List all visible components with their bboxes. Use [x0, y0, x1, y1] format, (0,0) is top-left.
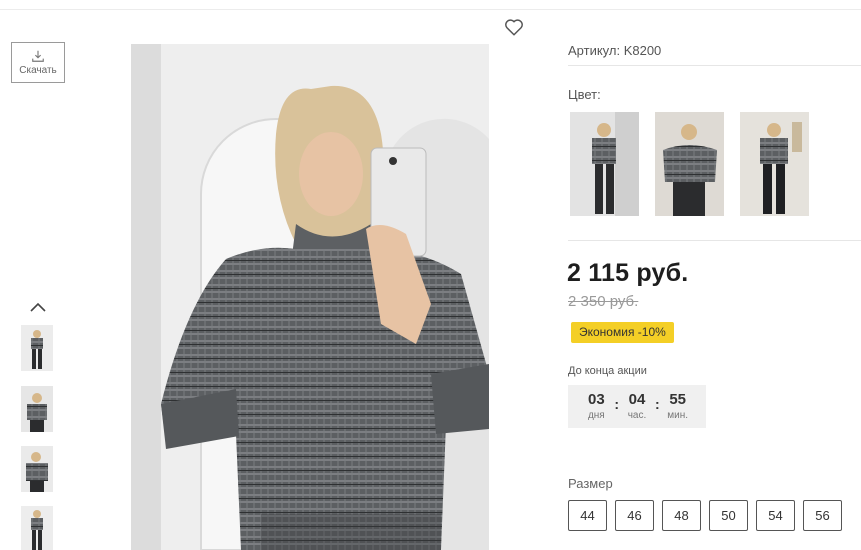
timer-days-value: 03: [587, 391, 605, 408]
timer-minutes-value: 55: [669, 391, 687, 408]
color-swatch-option[interactable]: [655, 112, 724, 216]
size-options: 44 46 48 50 54 56: [568, 500, 842, 531]
gallery-thumbnail[interactable]: [21, 506, 53, 550]
timer-minutes: 55 мин.: [664, 391, 692, 422]
timer-minutes-unit: мин.: [667, 410, 689, 421]
size-option-50[interactable]: 50: [709, 500, 748, 531]
gallery-thumbnail[interactable]: [21, 446, 53, 492]
size-option-54[interactable]: 54: [756, 500, 795, 531]
color-label: Цвет:: [568, 87, 601, 102]
size-option-46[interactable]: 46: [615, 500, 654, 531]
download-button[interactable]: Скачать: [11, 42, 65, 83]
size-label: Размер: [568, 476, 613, 491]
timer-days-unit: дня: [587, 410, 605, 421]
gallery-thumbnail[interactable]: [21, 386, 53, 432]
color-swatch-option[interactable]: [740, 112, 809, 216]
size-option-44[interactable]: 44: [568, 500, 607, 531]
product-article: Артикул: K8200: [568, 43, 662, 58]
timer-hours: 04 час.: [623, 391, 651, 422]
promo-countdown-timer: 03 дня : 04 час. : 55 мин.: [568, 385, 706, 428]
timer-hours-value: 04: [628, 391, 646, 408]
divider: [568, 65, 861, 66]
timer-days: 03 дня: [582, 391, 610, 422]
current-price: 2 115 руб.: [567, 259, 689, 287]
divider: [568, 240, 861, 241]
main-product-photo[interactable]: [131, 44, 489, 550]
gallery-thumbnail[interactable]: [21, 325, 53, 371]
old-price: 2 350 руб.: [568, 293, 639, 310]
download-label: Скачать: [19, 65, 57, 76]
size-option-56[interactable]: 56: [803, 500, 842, 531]
download-icon: [32, 50, 44, 62]
size-option-48[interactable]: 48: [662, 500, 701, 531]
timer-hours-unit: час.: [627, 410, 647, 421]
color-swatch-option[interactable]: [570, 112, 639, 216]
thumbnails-up-chevron-icon[interactable]: [28, 298, 48, 316]
top-divider: [0, 9, 861, 10]
timer-separator: :: [614, 395, 619, 412]
promo-countdown-label: До конца акции: [568, 365, 647, 377]
discount-badge: Экономия -10%: [571, 322, 674, 343]
timer-separator: :: [655, 395, 660, 412]
favorite-heart-icon[interactable]: [503, 16, 525, 38]
